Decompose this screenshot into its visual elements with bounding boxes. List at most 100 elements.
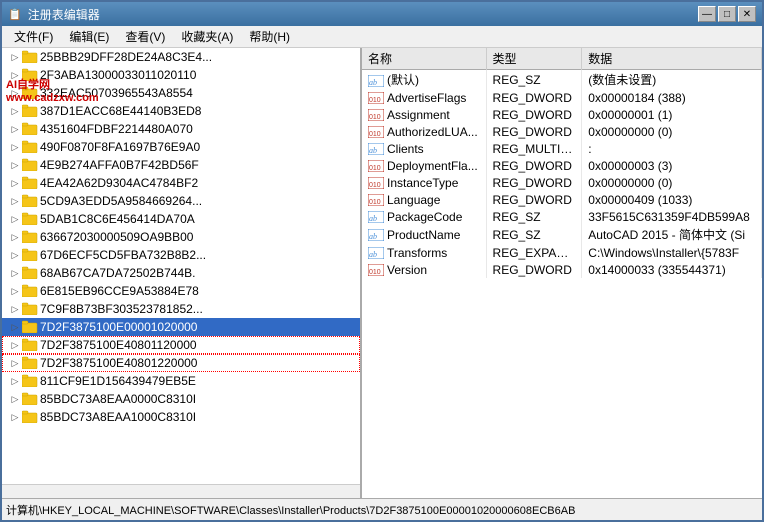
registry-data-cell: 33F5615C631359F4DB599A8 bbox=[582, 208, 762, 225]
folder-icon bbox=[22, 265, 38, 282]
tree-item[interactable]: ▷ 85BDC73A8EAA1000C8310I bbox=[2, 408, 360, 426]
expand-icon[interactable]: ▷ bbox=[10, 52, 20, 62]
expand-icon[interactable]: ▷ bbox=[10, 196, 20, 206]
status-text: 计算机\HKEY_LOCAL_MACHINE\SOFTWARE\Classes\… bbox=[6, 502, 575, 518]
expand-icon[interactable]: ▷ bbox=[10, 124, 20, 134]
table-row[interactable]: 010DeploymentFla...REG_DWORD0x00000003 (… bbox=[362, 157, 762, 174]
tree-item[interactable]: ▷ 2F3ABA13000033011020110 bbox=[2, 66, 360, 84]
svg-text:010: 010 bbox=[369, 131, 381, 138]
expand-icon[interactable]: ▷ bbox=[10, 358, 20, 368]
header-data: 数据 bbox=[582, 48, 762, 70]
title-bar: 📋 注册表编辑器 — □ ✕ bbox=[2, 2, 762, 26]
expand-icon[interactable]: ▷ bbox=[10, 232, 20, 242]
tree-item[interactable]: ▷ 490F0870F8FA1697B76E9A0 bbox=[2, 138, 360, 156]
dword-icon: 010 bbox=[368, 126, 384, 138]
expand-icon[interactable]: ▷ bbox=[10, 286, 20, 296]
svg-text:ab: ab bbox=[369, 232, 377, 241]
registry-table: 名称 类型 数据 ab(默认)REG_SZ(数值未设置)010Advertise… bbox=[362, 48, 762, 278]
registry-name-cell: 010Language bbox=[362, 191, 486, 208]
tree-item[interactable]: ▷ 636672030000509OA9BB00 bbox=[2, 228, 360, 246]
tree-scroll[interactable]: ▷ 25BBB29DFF28DE24A8C3E4...▷ 2F3ABA13000… bbox=[2, 48, 360, 484]
tree-item[interactable]: ▷ 332EAC50703965543A8554 bbox=[2, 84, 360, 102]
folder-icon bbox=[22, 157, 38, 174]
expand-icon[interactable]: ▷ bbox=[10, 322, 20, 332]
expand-icon[interactable]: ▷ bbox=[10, 160, 20, 170]
folder-icon bbox=[22, 49, 38, 66]
minimize-button[interactable]: — bbox=[698, 6, 716, 22]
table-row[interactable]: abProductNameREG_SZAutoCAD 2015 - 简体中文 (… bbox=[362, 225, 762, 244]
table-row[interactable]: ab(默认)REG_SZ(数值未设置) bbox=[362, 70, 762, 90]
table-row[interactable]: abTransformsREG_EXPAND_SZC:\Windows\Inst… bbox=[362, 244, 762, 261]
tree-item[interactable]: ▷ 4E9B274AFFA0B7F42BD56F bbox=[2, 156, 360, 174]
window-title: 注册表编辑器 bbox=[28, 6, 100, 23]
expand-icon[interactable]: ▷ bbox=[10, 304, 20, 314]
expand-icon[interactable]: ▷ bbox=[10, 178, 20, 188]
dword-icon: 010 bbox=[368, 160, 384, 172]
registry-type-cell: REG_DWORD bbox=[486, 123, 582, 140]
registry-name-cell: abPackageCode bbox=[362, 208, 486, 225]
menu-file[interactable]: 文件(F) bbox=[6, 26, 61, 47]
expand-icon[interactable]: ▷ bbox=[10, 70, 20, 80]
table-row[interactable]: 010AssignmentREG_DWORD0x00000001 (1) bbox=[362, 106, 762, 123]
tree-item[interactable]: ▷ 6E815EB96CCE9A53884E78 bbox=[2, 282, 360, 300]
tree-item[interactable]: ▷ 5DAB1C8C6E456414DA70A bbox=[2, 210, 360, 228]
tree-item[interactable]: ▷ 7D2F3875100E40801220000 bbox=[2, 354, 360, 372]
tree-item[interactable]: ▷ 7D2F3875100E40801120000 bbox=[2, 336, 360, 354]
maximize-button[interactable]: □ bbox=[718, 6, 736, 22]
tree-item[interactable]: ▷ 7C9F8B73BF303523781852... bbox=[2, 300, 360, 318]
expand-icon[interactable]: ▷ bbox=[10, 250, 20, 260]
folder-icon bbox=[22, 337, 38, 354]
tree-item[interactable]: ▷ 25BBB29DFF28DE24A8C3E4... bbox=[2, 48, 360, 66]
tree-item-label: 811CF9E1D156439479EB5E bbox=[40, 374, 196, 388]
expand-icon[interactable]: ▷ bbox=[10, 376, 20, 386]
registry-name-text: Clients bbox=[387, 142, 424, 156]
tree-item[interactable]: ▷ 68AB67CA7DA72502B744B. bbox=[2, 264, 360, 282]
svg-text:ab: ab bbox=[369, 250, 377, 259]
close-button[interactable]: ✕ bbox=[738, 6, 756, 22]
expand-icon[interactable]: ▷ bbox=[10, 106, 20, 116]
table-row[interactable]: 010InstanceTypeREG_DWORD0x00000000 (0) bbox=[362, 174, 762, 191]
menu-edit[interactable]: 编辑(E) bbox=[61, 26, 117, 47]
menu-favorites[interactable]: 收藏夹(A) bbox=[173, 26, 241, 47]
tree-item-label: 7D2F3875100E40801220000 bbox=[40, 356, 197, 370]
tree-item[interactable]: ▷ 811CF9E1D156439479EB5E bbox=[2, 372, 360, 390]
table-row[interactable]: 010VersionREG_DWORD0x14000033 (335544371… bbox=[362, 261, 762, 278]
tree-item[interactable]: ▷ 67D6ECF5CD5FBA732B8B2... bbox=[2, 246, 360, 264]
expand-icon[interactable]: ▷ bbox=[10, 268, 20, 278]
folder-icon bbox=[22, 211, 38, 228]
ab-icon: ab bbox=[368, 143, 384, 155]
header-name: 名称 bbox=[362, 48, 486, 70]
tree-item[interactable]: ▷ 4351604FDBF2214480A070 bbox=[2, 120, 360, 138]
expand-icon[interactable]: ▷ bbox=[10, 214, 20, 224]
tree-item[interactable]: ▷ 4EA42A62D9304AC4784BF2 bbox=[2, 174, 360, 192]
tree-item[interactable]: ▷ 7D2F3875100E00001020000 bbox=[2, 318, 360, 336]
menu-view[interactable]: 查看(V) bbox=[117, 26, 173, 47]
expand-icon[interactable]: ▷ bbox=[10, 394, 20, 404]
tree-item[interactable]: ▷ 5CD9A3EDD5A9584669264... bbox=[2, 192, 360, 210]
registry-editor-window: 📋 注册表编辑器 — □ ✕ 文件(F) 编辑(E) 查看(V) 收藏夹(A) … bbox=[0, 0, 764, 522]
tree-item-label: 6E815EB96CCE9A53884E78 bbox=[40, 284, 199, 298]
table-row[interactable]: 010AdvertiseFlagsREG_DWORD0x00000184 (38… bbox=[362, 89, 762, 106]
expand-icon[interactable]: ▷ bbox=[10, 142, 20, 152]
table-row[interactable]: abPackageCodeREG_SZ33F5615C631359F4DB599… bbox=[362, 208, 762, 225]
table-row[interactable]: abClientsREG_MULTI_SZ: bbox=[362, 140, 762, 157]
svg-text:010: 010 bbox=[369, 97, 381, 104]
tree-item-label: 332EAC50703965543A8554 bbox=[40, 86, 193, 100]
table-row[interactable]: 010LanguageREG_DWORD0x00000409 (1033) bbox=[362, 191, 762, 208]
right-scroll[interactable]: 名称 类型 数据 ab(默认)REG_SZ(数值未设置)010Advertise… bbox=[362, 48, 762, 498]
folder-icon bbox=[22, 85, 38, 102]
table-row[interactable]: 010AuthorizedLUA...REG_DWORD0x00000000 (… bbox=[362, 123, 762, 140]
folder-icon bbox=[22, 283, 38, 300]
registry-type-cell: REG_SZ bbox=[486, 225, 582, 244]
registry-data-cell: 0x00000000 (0) bbox=[582, 123, 762, 140]
menu-help[interactable]: 帮助(H) bbox=[241, 26, 298, 47]
left-scrollbar-h[interactable] bbox=[2, 484, 360, 498]
registry-type-cell: REG_DWORD bbox=[486, 106, 582, 123]
tree-item[interactable]: ▷ 85BDC73A8EAA0000C8310I bbox=[2, 390, 360, 408]
expand-icon[interactable]: ▷ bbox=[10, 412, 20, 422]
folder-icon bbox=[22, 391, 38, 408]
expand-icon[interactable]: ▷ bbox=[10, 88, 20, 98]
tree-item[interactable]: ▷ 387D1EACC68E44140B3ED8 bbox=[2, 102, 360, 120]
expand-icon[interactable]: ▷ bbox=[10, 340, 20, 350]
registry-name-text: ProductName bbox=[387, 228, 460, 242]
